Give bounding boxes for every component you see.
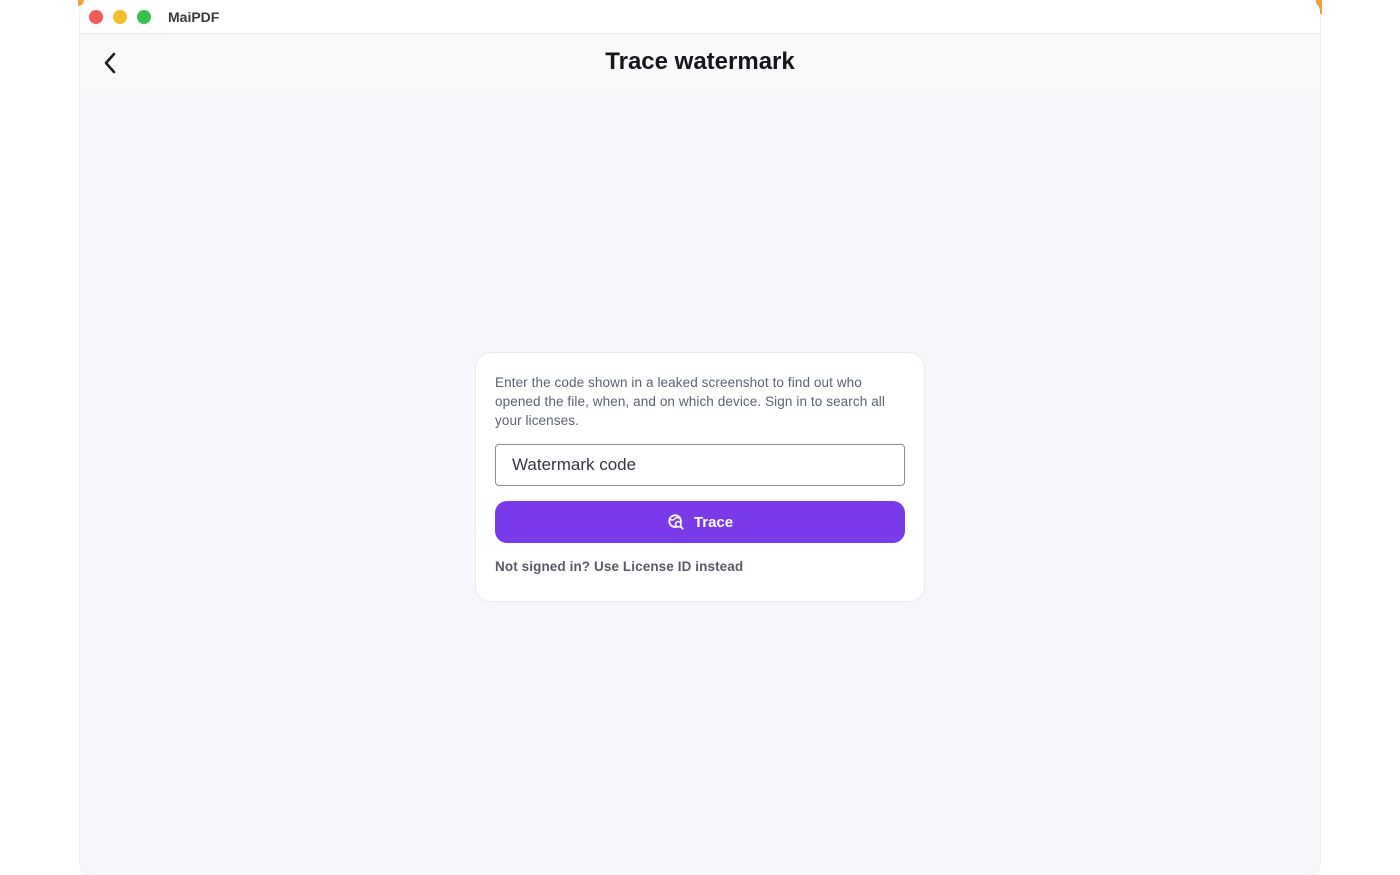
trace-button[interactable]: Trace xyxy=(495,501,905,543)
page-title: Trace watermark xyxy=(605,48,795,75)
close-window-button[interactable] xyxy=(89,10,103,24)
minimize-window-button[interactable] xyxy=(113,10,127,24)
maximize-window-button[interactable] xyxy=(137,10,151,24)
page-header: Trace watermark xyxy=(80,34,1320,93)
app-window: MaiPDF Trace watermark Enter the code sh… xyxy=(80,0,1320,875)
title-bar: MaiPDF xyxy=(80,0,1320,34)
trace-button-label: Trace xyxy=(693,513,734,531)
use-license-id-link[interactable]: Not signed in? Use License ID instead xyxy=(495,559,743,574)
trace-description: Enter the code shown in a leaked screens… xyxy=(495,375,885,428)
app-title: MaiPDF xyxy=(168,9,220,25)
trace-card: Enter the code shown in a leaked screens… xyxy=(475,352,925,602)
search-globe-icon xyxy=(668,514,684,530)
watermark-code-input[interactable] xyxy=(495,444,905,486)
